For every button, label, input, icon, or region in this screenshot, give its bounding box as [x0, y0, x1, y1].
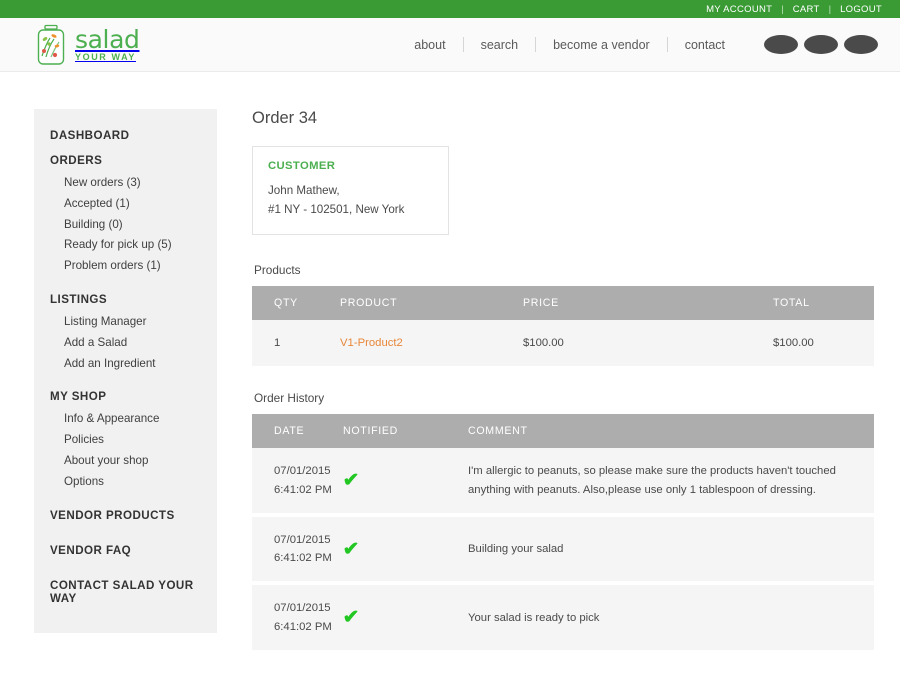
column-header-price: PRICE — [523, 286, 773, 321]
sidebar-item-contact-salad-your-way[interactable]: CONTACT SALAD YOUR WAY — [34, 573, 217, 611]
sidebar-item-listing-manager[interactable]: Listing Manager — [34, 312, 217, 333]
instagram-icon[interactable] — [844, 35, 878, 54]
customer-card-label: CUSTOMER — [268, 160, 336, 172]
customer-card: CUSTOMER John Mathew, #1 NY - 102501, Ne… — [252, 146, 449, 236]
column-header-notified: NOTIFIED — [343, 414, 468, 449]
vendor-sidebar: DASHBOARD ORDERS New orders (3) Accepted… — [34, 109, 217, 633]
cell-date: 07/01/2015 6:41:02 PM — [252, 583, 343, 655]
cell-comment: Building your salad — [468, 514, 874, 586]
order-detail-panel: Order 34 CUSTOMER John Mathew, #1 NY - 1… — [217, 109, 874, 679]
history-date: 07/01/2015 — [274, 533, 331, 546]
sidebar-item-problem-orders[interactable]: Problem orders (1) — [34, 256, 217, 277]
cell-price: $100.00 — [523, 320, 773, 367]
history-date: 07/01/2015 — [274, 602, 331, 615]
salad-jar-icon — [34, 24, 68, 66]
sidebar-item-policies[interactable]: Policies — [34, 430, 217, 451]
history-time: 6:41:02 PM — [274, 552, 332, 565]
cell-notified: ✔ — [342, 448, 468, 517]
cell-date: 07/01/2015 6:41:02 PM — [252, 514, 343, 586]
column-header-total: TOTAL — [773, 286, 874, 321]
sidebar-item-add-a-salad[interactable]: Add a Salad — [34, 333, 217, 354]
site-logo[interactable]: salad YOUR WAY — [34, 24, 140, 66]
topbar-separator-2: | — [828, 3, 832, 15]
sidebar-item-dashboard[interactable]: DASHBOARD — [34, 123, 217, 148]
logo-wordmark: salad — [75, 25, 140, 54]
sidebar-item-vendor-faq[interactable]: VENDOR FAQ — [34, 538, 217, 563]
products-section-label: Products — [254, 263, 301, 278]
history-date: 07/01/2015 — [274, 465, 331, 478]
twitter-icon[interactable] — [804, 35, 838, 54]
sidebar-item-about-your-shop[interactable]: About your shop — [34, 451, 217, 472]
sidebar-item-building[interactable]: Building (0) — [34, 215, 217, 236]
table-row: 07/01/2015 6:41:02 PM ✔ Building your sa… — [252, 514, 874, 586]
table-row: 1 V1-Product2 $100.00 $100.00 — [252, 320, 874, 367]
sidebar-item-options[interactable]: Options — [34, 472, 217, 493]
table-row: 07/01/2015 6:41:02 PM ✔ Your salad is re… — [252, 583, 874, 655]
main-navigation: about search become a vendor contact — [397, 35, 878, 54]
check-icon: ✔ — [342, 538, 360, 560]
check-icon: ✔ — [342, 607, 360, 629]
nav-contact[interactable]: contact — [668, 38, 742, 52]
table-header-row: DATE NOTIFIED COMMENT — [252, 414, 874, 449]
cell-date: 07/01/2015 6:41:02 PM — [252, 448, 343, 517]
nav-search[interactable]: search — [464, 38, 536, 52]
topbar-separator-1: | — [781, 3, 784, 15]
column-header-product: PRODUCT — [340, 286, 523, 321]
history-time: 6:41:02 PM — [274, 483, 332, 496]
facebook-icon[interactable] — [764, 35, 798, 54]
order-history-table: DATE NOTIFIED COMMENT 07/01/2015 6:41:02… — [252, 414, 874, 655]
sidebar-item-ready-for-pick-up[interactable]: Ready for pick up (5) — [34, 235, 217, 256]
sidebar-item-new-orders[interactable]: New orders (3) — [34, 173, 217, 194]
sidebar-item-info-and-appearance[interactable]: Info & Appearance — [34, 409, 217, 430]
cell-notified: ✔ — [342, 514, 468, 586]
products-table: QTY PRODUCT PRICE TOTAL 1 V1-Product2 $1… — [252, 286, 874, 367]
table-header-row: QTY PRODUCT PRICE TOTAL — [252, 286, 874, 321]
cell-total: $100.00 — [773, 320, 874, 367]
logout-link[interactable]: LOGOUT — [840, 4, 882, 15]
column-header-comment: COMMENT — [468, 414, 874, 449]
customer-name: John Mathew, — [268, 184, 340, 197]
column-header-qty: QTY — [252, 286, 340, 321]
table-row: 07/01/2015 6:41:02 PM ✔ I'm allergic to … — [252, 448, 874, 517]
sidebar-item-accepted[interactable]: Accepted (1) — [34, 194, 217, 215]
sidebar-item-vendor-products[interactable]: VENDOR PRODUCTS — [34, 503, 217, 528]
sidebar-heading-my-shop[interactable]: MY SHOP — [34, 384, 217, 409]
cell-comment: Your salad is ready to pick — [468, 583, 874, 655]
cell-qty: 1 — [252, 320, 340, 367]
site-header: salad YOUR WAY about search become a ven… — [0, 18, 900, 72]
sidebar-item-add-an-ingredient[interactable]: Add an Ingredient — [34, 354, 217, 375]
history-time: 6:41:02 PM — [274, 620, 332, 633]
cell-comment: I'm allergic to peanuts, so please make … — [468, 448, 874, 517]
cell-product: V1-Product2 — [340, 320, 523, 367]
order-history-section-label: Order History — [254, 391, 325, 406]
utility-bar: MY ACCOUNT | CART | LOGOUT — [0, 0, 900, 18]
column-header-date: DATE — [252, 414, 343, 449]
social-links — [764, 35, 878, 54]
page-body: DASHBOARD ORDERS New orders (3) Accepted… — [0, 72, 900, 679]
sidebar-heading-orders[interactable]: ORDERS — [34, 148, 217, 173]
customer-address: #1 NY - 102501, New York — [268, 203, 405, 217]
my-account-link[interactable]: MY ACCOUNT — [706, 4, 772, 15]
product-link[interactable]: V1-Product2 — [340, 337, 403, 349]
cell-notified: ✔ — [342, 583, 468, 655]
check-icon: ✔ — [342, 470, 360, 492]
logo-tagline: YOUR WAY — [75, 52, 136, 62]
sidebar-heading-listings[interactable]: LISTINGS — [34, 287, 217, 312]
nav-about[interactable]: about — [397, 38, 462, 52]
page-title: Order 34 — [252, 109, 318, 127]
cart-link[interactable]: CART — [793, 4, 820, 15]
nav-become-a-vendor[interactable]: become a vendor — [536, 38, 667, 52]
